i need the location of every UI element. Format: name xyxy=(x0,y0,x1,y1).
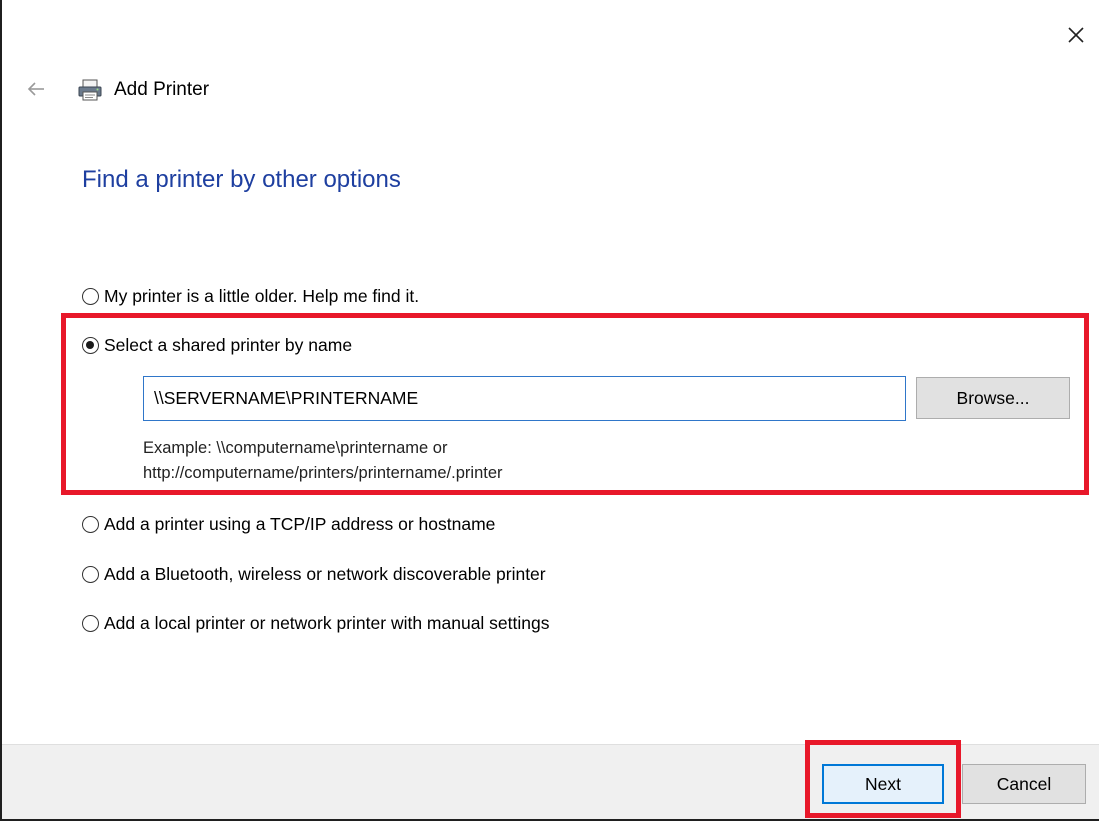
option-label: Select a shared printer by name xyxy=(104,335,353,355)
example-line-1: Example: \\computername\printername or xyxy=(143,439,448,457)
back-button[interactable] xyxy=(26,78,46,100)
option-tcpip-printer[interactable]: Add a printer using a TCP/IP address or … xyxy=(82,514,495,535)
option-shared-printer[interactable]: Select a shared printer by name xyxy=(82,335,352,356)
back-arrow-icon xyxy=(27,82,44,96)
cancel-button[interactable]: Cancel xyxy=(962,764,1086,804)
browse-button[interactable]: Browse... xyxy=(916,377,1070,419)
printer-name-input[interactable] xyxy=(143,376,906,421)
radio-shared-printer[interactable] xyxy=(82,337,99,354)
option-label: Add a local printer or network printer w… xyxy=(104,613,550,633)
example-text: Example: \\computername\printername or h… xyxy=(143,436,503,486)
printer-icon xyxy=(78,79,102,101)
dialog-footer: Next Cancel xyxy=(2,744,1099,819)
close-icon xyxy=(1068,27,1084,43)
option-label: My printer is a little older. Help me fi… xyxy=(104,286,420,306)
close-button[interactable] xyxy=(1063,22,1089,48)
option-local-printer[interactable]: Add a local printer or network printer w… xyxy=(82,613,550,634)
radio-bluetooth-printer[interactable] xyxy=(82,566,99,583)
radio-tcpip-printer[interactable] xyxy=(82,516,99,533)
page-heading: Find a printer by other options xyxy=(82,166,401,193)
radio-local-printer[interactable] xyxy=(82,615,99,632)
option-label: Add a Bluetooth, wireless or network dis… xyxy=(104,564,546,584)
option-bluetooth-printer[interactable]: Add a Bluetooth, wireless or network dis… xyxy=(82,564,546,585)
option-label: Add a printer using a TCP/IP address or … xyxy=(104,514,496,534)
example-line-2: http://computername/printers/printername… xyxy=(143,464,503,482)
next-button[interactable]: Next xyxy=(822,764,944,804)
dialog-title: Add Printer xyxy=(114,79,210,100)
option-older-printer[interactable]: My printer is a little older. Help me fi… xyxy=(82,286,419,307)
add-printer-dialog: Add Printer Find a printer by other opti… xyxy=(0,0,1099,821)
dialog-header: Add Printer xyxy=(76,76,209,104)
radio-older-printer[interactable] xyxy=(82,288,99,305)
